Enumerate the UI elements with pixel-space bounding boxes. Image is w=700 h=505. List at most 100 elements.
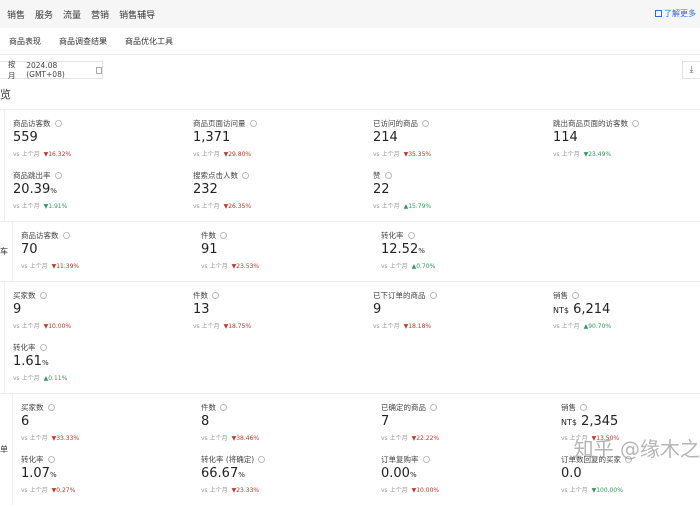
book-icon [655,10,662,17]
value-number: 232 [193,182,218,197]
value-number: 66.67 [201,466,239,481]
metric-label: 商品访客数 [13,119,51,128]
change-percent: 38.46% [236,435,260,442]
change-value: ▼23.53% [232,263,260,270]
change-value: ▼100.00% [592,487,623,494]
change-percent: 22.22% [416,435,440,442]
info-icon[interactable] [430,404,437,411]
metric-value: 232 [193,182,373,199]
change-value: ▼13.50% [592,435,620,442]
metrics-sections: 商品访客数 559 vs 上个月 ▼16.32% 商品页面访问量 1,371 vs … [0,109,700,505]
metric-value: 22 [373,182,553,199]
metric-compare: vs 上个月 ▲0.70% [381,261,561,270]
compare-label: vs 上个月 [21,263,48,270]
info-icon[interactable] [407,232,415,239]
nav-sales[interactable]: 销售 [7,8,25,21]
compare-label: vs 上个月 [193,203,220,210]
info-icon[interactable] [422,120,429,127]
metric-label: 转化率 [21,455,44,464]
nav-sales-coaching[interactable]: 销售辅导 [119,8,155,21]
learn-more-link[interactable]: 了解更多 [655,8,696,19]
change-value: ▼18.18% [404,323,432,330]
change-value: ▼35.35% [404,151,432,158]
info-icon[interactable] [39,344,47,351]
compare-label: vs 上个月 [21,435,48,442]
value-number: 9 [373,302,382,317]
metric-compare: vs 上个月 ▼10.00% [13,321,193,330]
info-icon[interactable] [47,404,55,411]
info-icon[interactable] [580,404,587,411]
compare-label: vs 上个月 [13,375,40,382]
calendar-icon [95,66,102,74]
change-percent: 18.18% [408,323,432,330]
change-percent: 16.32% [48,151,72,158]
section-label: 单 [0,394,13,505]
metric-compare: vs 上个月 ▲0.11% [13,373,193,382]
value-number: 1.07 [21,466,50,481]
change-percent: 15.79% [408,203,432,210]
compare-label: vs 上个月 [553,151,580,158]
info-icon[interactable] [258,456,266,463]
info-icon[interactable] [54,120,62,127]
change-value: ▲0.70% [412,263,436,270]
metric-label: 件数 [201,231,216,240]
metric-card: 赞 22 vs 上个月 ▲15.79% [373,167,553,219]
tab-product-optimization[interactable]: 商品优化工具 [125,36,173,47]
change-value: ▼38.46% [232,435,260,442]
info-icon[interactable] [429,292,437,299]
compare-label: vs 上个月 [373,203,400,210]
metric-label: 买家数 [21,403,44,412]
info-icon[interactable] [384,172,392,179]
info-icon[interactable] [220,404,227,411]
info-icon[interactable] [47,456,55,463]
compare-label: vs 上个月 [381,435,408,442]
info-icon[interactable] [572,292,579,299]
change-value: ▼23.33% [232,487,260,494]
metric-card: 商品访客数 559 vs 上个月 ▼16.32% [13,115,193,167]
nav-marketing[interactable]: 营销 [91,8,109,21]
metric-section: 商品访客数 559 vs 上个月 ▼16.32% 商品页面访问量 1,371 vs … [0,109,700,221]
info-icon[interactable] [212,292,219,299]
info-icon[interactable] [632,120,639,127]
metric-card: 买家数 9 vs 上个月 ▼10.00% [13,287,193,339]
change-percent: 35.35% [408,151,432,158]
change-percent: 90.70% [588,323,612,330]
metric-value: 9 [13,302,193,319]
change-value: ▼10.00% [44,323,72,330]
value-number: 13 [193,302,210,317]
info-icon[interactable] [62,232,70,239]
tab-product-survey[interactable]: 商品调查结果 [59,36,107,47]
nav-traffic[interactable]: 流量 [63,8,81,21]
compare-label: vs 上个月 [13,203,40,210]
value-number: 0.0 [561,466,582,481]
metric-label: 销售 [553,291,568,300]
info-icon[interactable] [422,456,430,463]
info-icon[interactable] [39,292,47,299]
value-unit: % [49,471,57,479]
compare-label: vs 上个月 [201,263,228,270]
metric-card: 订单数回复的买家 0.0 vs 上个月 ▼100.00% [561,451,700,503]
info-icon[interactable] [54,172,62,179]
metric-label: 买家数 [13,291,36,300]
tab-product-performance[interactable]: 商品表现 [9,36,41,47]
download-button[interactable]: ⤓ [682,61,700,79]
info-icon[interactable] [249,120,257,127]
info-icon[interactable] [220,232,227,239]
change-value: ▼29.80% [224,151,252,158]
info-icon[interactable] [625,456,632,463]
metric-compare: vs 上个月 ▼100.00% [561,485,700,494]
change-percent: 29.80% [228,151,252,158]
metric-value: 6 [21,414,201,431]
value-number: 9 [13,302,22,317]
metric-value: 0.00% [381,466,561,483]
date-picker[interactable]: 按月 2024.08 (GMT+08) [0,60,103,80]
value-number: 114 [553,130,578,145]
metric-value: 1.61% [13,354,193,371]
info-icon[interactable] [242,172,249,179]
change-value: ▼26.35% [224,203,252,210]
nav-service[interactable]: 服务 [35,8,53,21]
date-bar: 按月 2024.08 (GMT+08) ⤓ [0,55,700,85]
metric-value: 7 [381,414,561,431]
metric-compare: vs 上个月 ▼29.80% [193,149,373,158]
learn-more-label: 了解更多 [664,9,696,18]
